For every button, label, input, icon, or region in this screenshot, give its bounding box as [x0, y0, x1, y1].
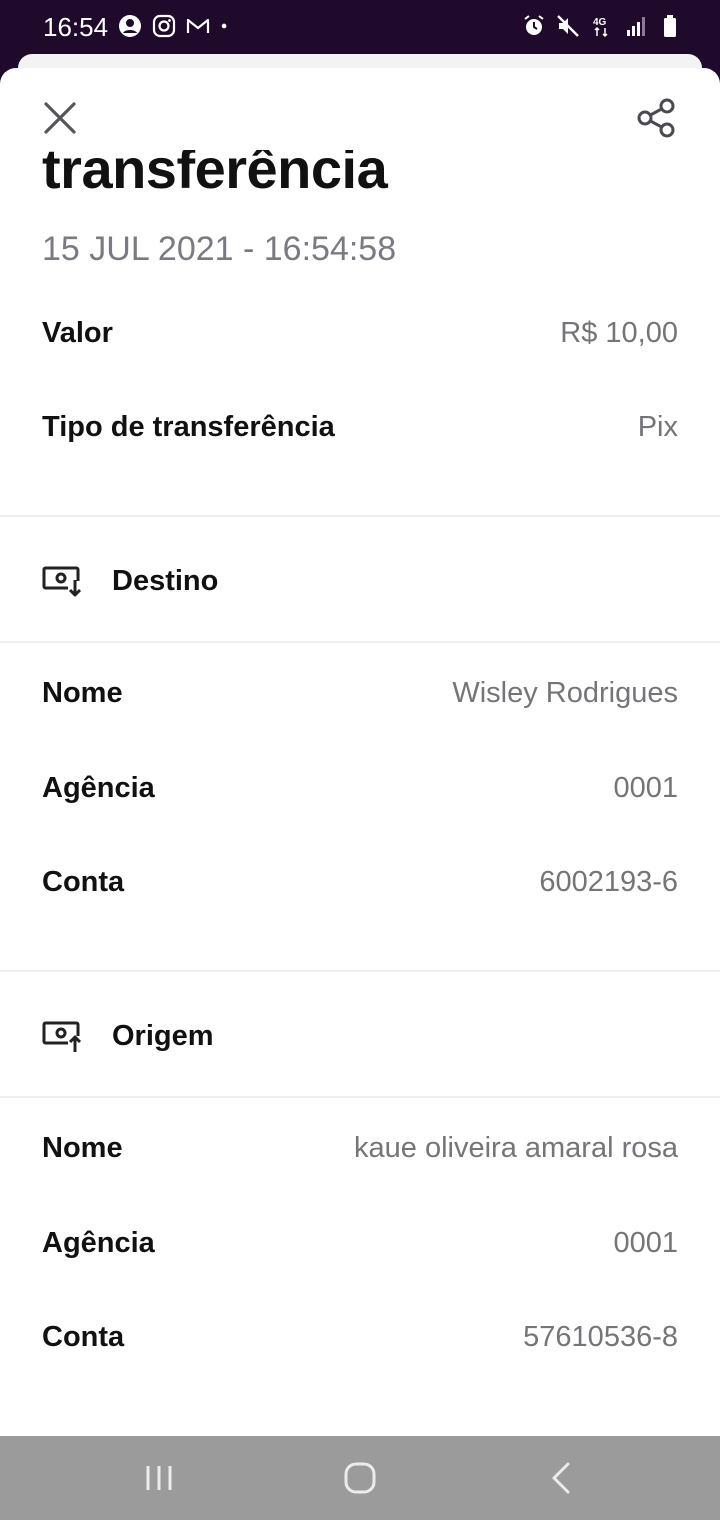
- status-time: 16:54: [43, 12, 109, 42]
- battery-icon: [664, 15, 676, 37]
- value-row: Valor R$ 10,00: [42, 308, 678, 358]
- origem-title: Origem: [112, 1019, 214, 1052]
- destino-name-row: Nome Wisley Rodrigues: [42, 668, 678, 718]
- share-icon[interactable]: [634, 96, 678, 140]
- divider: [0, 1096, 720, 1098]
- page-title-container: transferência: [42, 150, 682, 210]
- origem-account-row: Conta 57610536-8: [42, 1312, 678, 1362]
- transfer-type-value: Pix: [637, 410, 678, 443]
- divider: [0, 515, 720, 517]
- status-left-icons: [118, 14, 234, 38]
- svg-text:4G: 4G: [593, 17, 607, 28]
- value-amount: R$ 10,00: [560, 316, 678, 349]
- receive-money-icon: [42, 566, 82, 599]
- destino-agency-label: Agência: [42, 771, 155, 804]
- value-label: Valor: [42, 316, 113, 349]
- signal-icon: [627, 17, 645, 36]
- origem-account-label: Conta: [42, 1320, 125, 1353]
- transfer-type-row: Tipo de transferência Pix: [42, 402, 678, 452]
- home-icon[interactable]: [340, 1458, 380, 1498]
- status-right-icons: 4G: [522, 14, 682, 38]
- destino-name-value: Wisley Rodrigues: [452, 676, 678, 709]
- alarm-icon: [524, 15, 544, 35]
- status-bar: 16:54 4G: [0, 0, 720, 56]
- origem-section-header: Origem: [42, 1011, 442, 1061]
- close-icon[interactable]: [40, 98, 80, 138]
- divider: [0, 641, 720, 643]
- notification-dot-icon: [221, 23, 227, 29]
- system-nav-bar: [0, 1436, 720, 1520]
- page-title: transferência: [42, 150, 388, 200]
- back-icon[interactable]: [542, 1458, 582, 1498]
- origem-agency-value: 0001: [613, 1226, 678, 1259]
- transfer-type-label: Tipo de transferência: [42, 410, 335, 443]
- origem-name-label: Nome: [42, 1131, 123, 1164]
- origem-agency-row: Agência 0001: [42, 1218, 678, 1268]
- divider: [0, 970, 720, 972]
- destino-title: Destino: [112, 564, 219, 597]
- origem-name-row: Nome kaue oliveira amaral rosa: [42, 1123, 678, 1173]
- origem-agency-label: Agência: [42, 1226, 155, 1259]
- origem-account-value: 57610536-8: [523, 1320, 678, 1353]
- recent-apps-icon[interactable]: [139, 1458, 179, 1498]
- destino-account-row: Conta 6002193-6: [42, 857, 678, 907]
- instagram-icon: [152, 14, 176, 38]
- gmail-icon: [186, 18, 210, 33]
- origem-name-value: kaue oliveira amaral rosa: [354, 1131, 678, 1164]
- transfer-receipt-sheet: transferência 15 JUL 2021 - 16:54:58 Val…: [0, 68, 720, 1436]
- mute-icon: [557, 15, 579, 37]
- destino-account-value: 6002193-6: [539, 865, 678, 898]
- destino-agency-value: 0001: [613, 771, 678, 804]
- network-4g-icon: 4G: [593, 17, 608, 38]
- send-money-icon: [42, 1021, 82, 1054]
- destino-section-header: Destino: [42, 556, 442, 606]
- account-circle-icon: [119, 15, 141, 37]
- transfer-date: 15 JUL 2021 - 16:54:58: [42, 230, 397, 268]
- destino-account-label: Conta: [42, 865, 125, 898]
- destino-agency-row: Agência 0001: [42, 763, 678, 813]
- destino-name-label: Nome: [42, 676, 123, 709]
